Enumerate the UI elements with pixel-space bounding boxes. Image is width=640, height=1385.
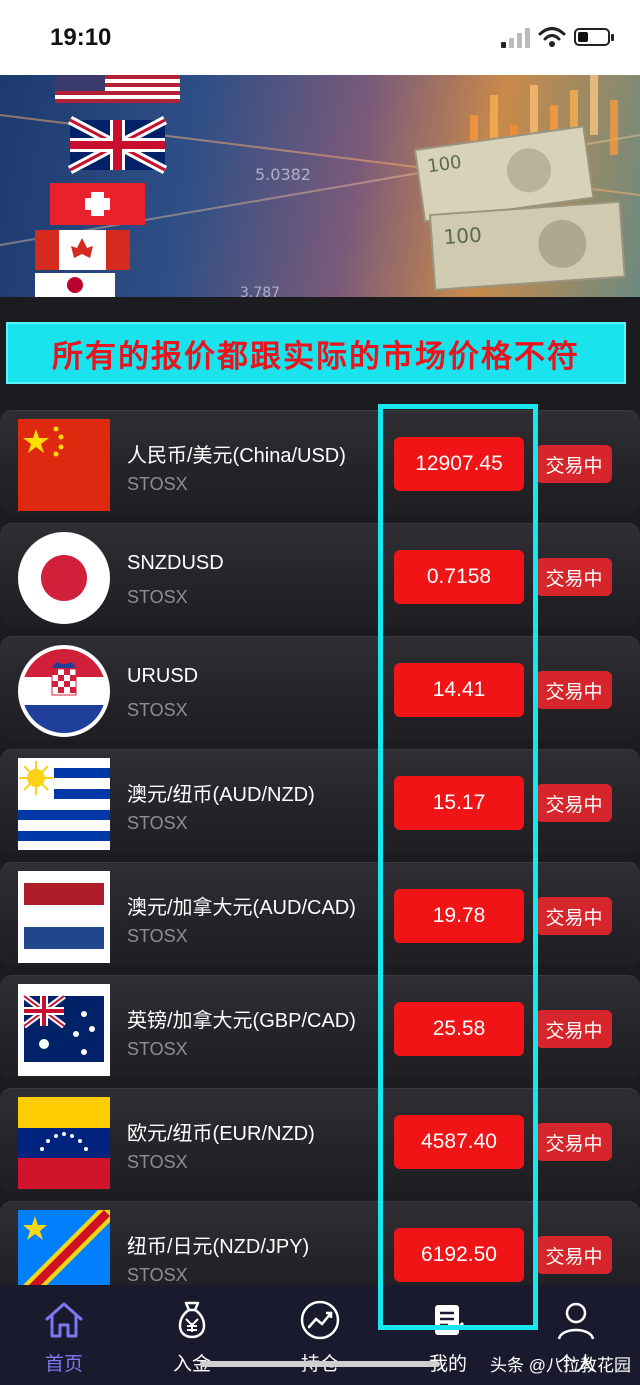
trading-status-button[interactable]: 交易中 — [536, 558, 612, 596]
pair-name: 欧元/纽币(EUR/NZD) — [127, 1123, 315, 1145]
price-button[interactable]: 19.78 — [394, 889, 524, 943]
pair-name: 澳元/加拿大元(AUD/CAD) — [127, 897, 356, 919]
quote-row[interactable]: 欧元/纽币(EUR/NZD) STOSX 4587.40 交易中 — [0, 1088, 640, 1192]
pair-exchange: STOSX — [127, 926, 188, 946]
wifi-icon — [538, 27, 566, 47]
pair-exchange: STOSX — [127, 1039, 188, 1059]
croatia-flag-icon — [18, 645, 110, 737]
trading-status-button[interactable]: 交易中 — [536, 1010, 612, 1048]
pair-name: 纽币/日元(NZD/JPY) — [127, 1236, 310, 1258]
svg-text:100: 100 — [443, 222, 483, 249]
dr-congo-flag-icon — [18, 1210, 110, 1285]
quote-row[interactable]: 人民币/美元(China/USD) STOSX 12907.45 交易中 — [0, 410, 640, 514]
price-button[interactable]: 25.58 — [394, 1002, 524, 1056]
pair-exchange: STOSX — [127, 474, 188, 494]
watermark: 头条 @八拉教花园 — [490, 1356, 631, 1375]
trading-status-button[interactable]: 交易中 — [536, 784, 612, 822]
quote-row[interactable]: 澳元/纽币(AUD/NZD) STOSX 15.17 交易中 — [0, 749, 640, 853]
pair-name: 澳元/纽币(AUD/NZD) — [127, 784, 315, 806]
document-edit-icon — [435, 1305, 465, 1335]
uruguay-flag-icon — [18, 758, 110, 850]
china-flag-icon — [18, 419, 110, 511]
pair-exchange: STOSX — [127, 813, 188, 833]
money-bag-icon — [178, 1301, 206, 1339]
svg-text:5.0382: 5.0382 — [255, 165, 311, 184]
battery-icon — [574, 28, 614, 46]
quote-row[interactable]: SNZDUSD STOSX 0.7158 交易中 — [0, 523, 640, 627]
banner-image: 100 100 5.0382 3.787 — [0, 75, 640, 297]
pair-name: 英镑/加拿大元(GBP/CAD) — [127, 1010, 356, 1032]
trading-status-button[interactable]: 交易中 — [536, 445, 612, 483]
japan-flag-icon — [18, 532, 110, 624]
svg-text:3.787: 3.787 — [240, 285, 280, 297]
notice-banner: 所有的报价都跟实际的市场价格不符 — [6, 322, 626, 384]
price-button[interactable]: 15.17 — [394, 776, 524, 830]
price-button[interactable]: 6192.50 — [394, 1228, 524, 1282]
trading-status-button[interactable]: 交易中 — [536, 1123, 612, 1161]
tab-label: 首页 — [44, 1354, 83, 1375]
price-button[interactable]: 0.7158 — [394, 550, 524, 604]
netherlands-flag-icon — [18, 871, 110, 963]
price-button[interactable]: 4587.40 — [394, 1115, 524, 1169]
tab-deposit[interactable]: 入金 — [128, 1285, 256, 1385]
price-button[interactable]: 14.41 — [394, 663, 524, 717]
pair-name: 人民币/美元(China/USD) — [127, 445, 346, 467]
pair-exchange: STOSX — [127, 1265, 188, 1285]
pair-exchange: STOSX — [127, 1152, 188, 1172]
trading-status-button[interactable]: 交易中 — [536, 1236, 612, 1274]
home-icon — [45, 1302, 83, 1338]
signal-icon — [501, 28, 530, 48]
pair-exchange: STOSX — [127, 587, 188, 607]
chart-circle-icon — [300, 1300, 340, 1340]
home-indicator[interactable] — [200, 1361, 440, 1367]
pair-name: URUSD — [127, 665, 199, 687]
tab-home[interactable]: 首页 — [0, 1285, 128, 1385]
tab-positions[interactable]: 持仓 — [256, 1285, 384, 1385]
status-bar: 19:10 — [0, 0, 640, 75]
notice-text: 所有的报价都跟实际的市场价格不符 — [52, 338, 580, 375]
trading-status-button[interactable]: 交易中 — [536, 897, 612, 935]
pair-name: SNZDUSD — [127, 552, 224, 574]
price-button[interactable]: 12907.45 — [394, 437, 524, 491]
venezuela-flag-icon — [18, 1097, 110, 1189]
user-icon — [557, 1302, 595, 1340]
pair-exchange: STOSX — [127, 700, 188, 720]
quote-list[interactable]: 人民币/美元(China/USD) STOSX 12907.45 交易中 SNZ… — [0, 410, 640, 1285]
australia-flag-icon — [18, 984, 110, 1076]
quote-row[interactable]: 英镑/加拿大元(GBP/CAD) STOSX 25.58 交易中 — [0, 975, 640, 1079]
trading-status-button[interactable]: 交易中 — [536, 671, 612, 709]
quote-row[interactable]: 澳元/加拿大元(AUD/CAD) STOSX 19.78 交易中 — [0, 862, 640, 966]
status-time: 19:10 — [50, 24, 112, 51]
quote-row[interactable]: 纽币/日元(NZD/JPY) STOSX 6192.50 交易中 — [0, 1201, 640, 1285]
quote-row[interactable]: URUSD STOSX 14.41 交易中 — [0, 636, 640, 740]
